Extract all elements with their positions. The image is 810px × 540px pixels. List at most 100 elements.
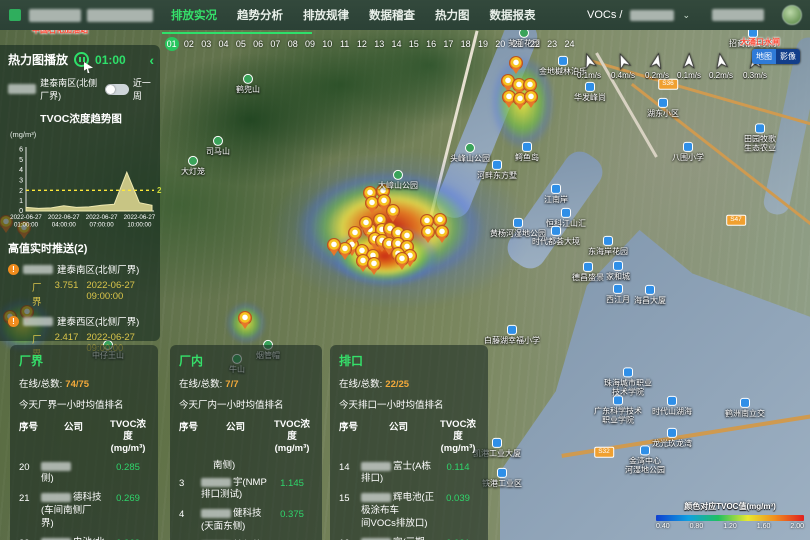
map-marker-pin[interactable]: [421, 225, 435, 239]
map-marker-pin[interactable]: [509, 56, 523, 70]
pause-button[interactable]: [74, 52, 89, 67]
timeline-hour[interactable]: 11: [336, 36, 353, 51]
timeline-hour[interactable]: 10: [319, 36, 336, 51]
legend-title: 颜色对应TVOC值(mg/m³): [656, 501, 804, 512]
timeline-hour[interactable]: 06: [249, 36, 266, 51]
poi-label-text: 八围小学: [672, 153, 704, 162]
timeline-hour[interactable]: 12: [353, 36, 370, 51]
poi-icon: [492, 438, 502, 448]
legend-tick: 1.60: [757, 523, 771, 530]
nav-trend-analysis[interactable]: 趋势分析: [237, 7, 283, 23]
hill-label-text: 大灯笼: [181, 167, 205, 176]
poi-label-text: 时代山湖海: [652, 407, 692, 416]
timeline-hour[interactable]: 03: [198, 36, 215, 51]
map-poi-label: 金湾中心 河湿地公园: [625, 445, 665, 474]
table-row[interactable]: 3 宇(NMP排口测试) 1.145: [179, 477, 314, 503]
range-label: 近一周: [133, 76, 154, 102]
timeline-hour[interactable]: 02: [180, 36, 197, 51]
map-poi-label: 广东科学技术 职业学院: [594, 395, 642, 424]
map-poi-label: 江南岸: [544, 184, 568, 204]
timeline-hour[interactable]: 18: [457, 36, 474, 51]
table-row[interactable]: 4 健科技(天面东侧) 0.375: [179, 508, 314, 534]
poi-label-text: 西江月: [606, 295, 630, 304]
table-row[interactable]: 20 侧) 0.285: [19, 461, 150, 487]
col-num: 序号: [339, 419, 361, 455]
timeline-hour[interactable]: 04: [215, 36, 232, 51]
map-hill-label: 大灯笼: [181, 156, 205, 176]
vocs-selector-label: VOCs /: [587, 9, 622, 21]
playback-progress-bar[interactable]: [162, 32, 312, 34]
basemap-image-button[interactable]: 影像: [776, 49, 800, 64]
timeline-hour[interactable]: 09: [301, 36, 318, 51]
timeline-hour[interactable]: 17: [440, 36, 457, 51]
alert-station-name: 建泰西区(北侧厂界): [57, 314, 139, 328]
map-marker-pin[interactable]: [524, 90, 538, 104]
nav-emission-pattern[interactable]: 排放规律: [303, 7, 349, 23]
timeline-hour[interactable]: 08: [284, 36, 301, 51]
map-marker-pin[interactable]: [327, 238, 341, 252]
poi-icon: [492, 160, 502, 170]
map-marker-pin[interactable]: [435, 225, 449, 239]
timeline-hour[interactable]: 23: [544, 36, 561, 51]
wind-speed: 0.1m/s: [677, 71, 701, 80]
chart-title: TVOC浓度趋势图: [8, 111, 154, 126]
panel-collapse-chevron-icon[interactable]: ‹: [149, 53, 154, 67]
table-body: 20 侧) 0.285 21 德科技(车间南侧厂 界) 0.269 22 电池(…: [19, 461, 150, 540]
timeline-hour[interactable]: 05: [232, 36, 249, 51]
park-icon: [393, 170, 403, 180]
timeline-hour[interactable]: 19: [474, 36, 491, 51]
col-num: 序号: [19, 419, 41, 455]
timeline-hour-label: 04: [216, 39, 232, 49]
alert-value: 3.751: [55, 280, 79, 308]
map-poi-label: 东海岸花园: [588, 236, 628, 256]
timeline-hour[interactable]: 14: [388, 36, 405, 51]
vocs-selected-value-redacted[interactable]: [630, 10, 674, 21]
basemap-map-button[interactable]: 地图: [752, 49, 776, 64]
timeline-hour[interactable]: 07: [267, 36, 284, 51]
map-marker-pin[interactable]: [386, 204, 400, 218]
timeline-hour[interactable]: 22: [526, 36, 543, 51]
row-company: 宇(NMP排口测试): [201, 477, 270, 503]
map-marker-pin[interactable]: [238, 311, 252, 325]
row-value: 0.285: [106, 461, 150, 475]
station-row: 建泰南区(北侧厂界) 近一周: [8, 76, 154, 102]
map-marker-pin[interactable]: [367, 257, 381, 271]
chevron-down-icon[interactable]: ⌄: [682, 10, 690, 21]
online-value: 74/75: [65, 379, 89, 390]
map-poi-label: 家和城: [606, 261, 630, 281]
map-marker-pin[interactable]: [395, 252, 409, 266]
in-factory-panel: 厂内 在线/总数:7/7 今天厂内一小时均值排名 序号 公司 TVOC浓度(mg…: [170, 345, 322, 540]
avatar[interactable]: [782, 5, 802, 25]
poi-label-text: 广东科学技术 职业学院: [594, 406, 642, 424]
poi-icon: [613, 395, 623, 405]
timeline-hour[interactable]: 20: [492, 36, 509, 51]
timeline-hour[interactable]: 13: [371, 36, 388, 51]
timeline-hour[interactable]: 15: [405, 36, 422, 51]
factory-boundary-panel: 厂界 在线/总数:74/75 今天厂界一小时均值排名 序号 公司 TVOC浓度(…: [10, 345, 158, 540]
map-marker-pin[interactable]: [348, 226, 362, 240]
timeline-hour[interactable]: 16: [422, 36, 439, 51]
logo-icon: [9, 9, 21, 21]
timeline-hour[interactable]: 01: [163, 36, 180, 51]
range-toggle[interactable]: [105, 84, 129, 95]
nav-data-report[interactable]: 数据报表: [490, 7, 536, 23]
timeline-hour[interactable]: 21: [509, 36, 526, 51]
road-badge: S36: [658, 79, 678, 90]
high-value-push-title: 高值实时推送(2): [8, 240, 154, 256]
nav-data-audit[interactable]: 数据稽查: [369, 7, 415, 23]
sea: [500, 230, 810, 540]
hour-timeline: 01 02 03 04 05 06 07 08 09 10 11 12: [163, 36, 578, 51]
chart-unit-label: (mg/m³): [10, 130, 154, 139]
wind-indicator: 0.1m/s: [572, 52, 606, 80]
nav-emission-live[interactable]: 排放实况: [171, 7, 217, 23]
row-rank: 20: [19, 461, 41, 475]
poi-icon: [585, 82, 595, 92]
nav-heatmap[interactable]: 热力图: [435, 7, 470, 23]
table-row[interactable]: 21 德科技(车间南侧厂 界) 0.269: [19, 492, 150, 530]
timeline-hour[interactable]: 24: [561, 36, 578, 51]
col-value-line1: TVOC浓度: [440, 419, 476, 442]
alert-item[interactable]: ! 建泰南区(北侧厂界) 厂界 3.751 2022-06-27 09:00:0…: [8, 262, 154, 308]
table-row[interactable]: 14 富士(A栋排口) 0.114: [339, 461, 480, 487]
table-row[interactable]: 15 辉电池(正极涂布车 间VOCs排放口) 0.039: [339, 492, 480, 530]
map-marker-pin[interactable]: [359, 216, 373, 230]
